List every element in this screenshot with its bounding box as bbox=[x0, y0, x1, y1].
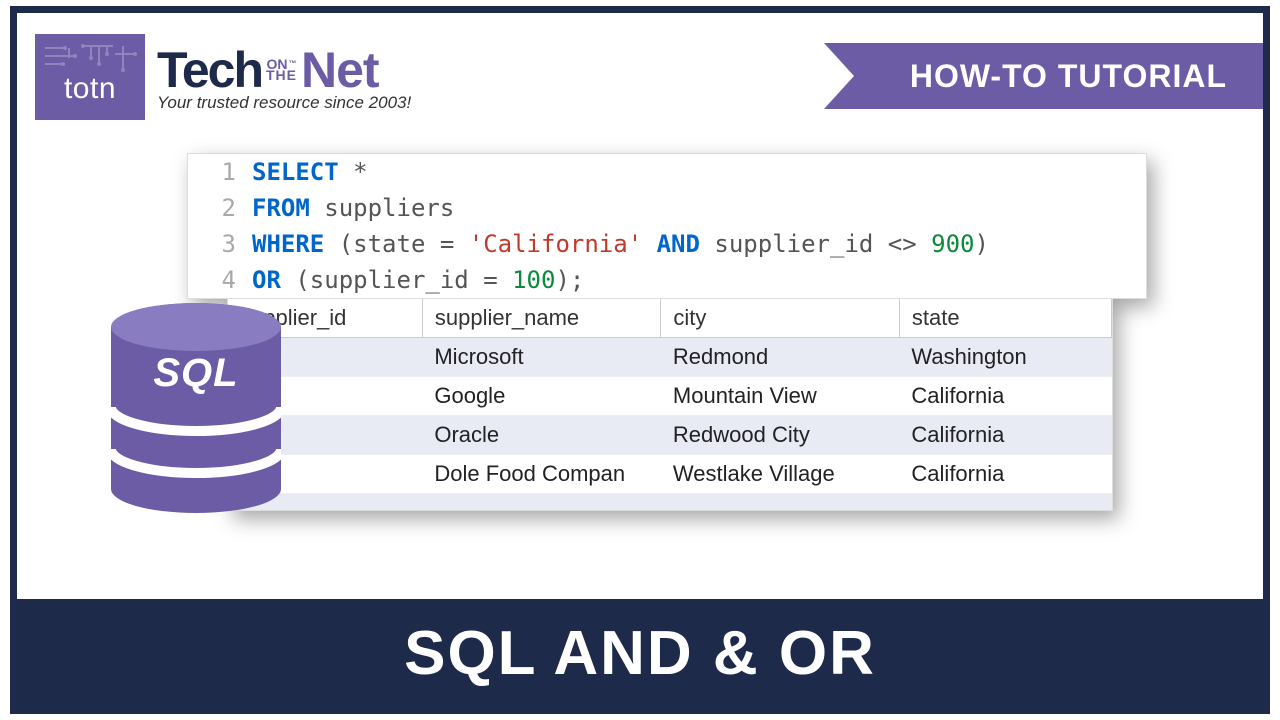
logo-the: THE bbox=[266, 70, 297, 81]
kw-select: SELECT bbox=[252, 158, 339, 186]
code-box: 1SELECT * 2FROM suppliers 3WHERE (state … bbox=[187, 153, 1147, 299]
results-table: supplier_id supplier_name city state 100… bbox=[227, 298, 1113, 511]
kw-where: WHERE bbox=[252, 230, 324, 258]
db-label: SQL bbox=[111, 351, 281, 396]
logo-short: totn bbox=[64, 72, 116, 106]
ribbon-text: HOW-TO TUTORIAL bbox=[910, 58, 1227, 95]
col-supplier-name: supplier_name bbox=[422, 299, 661, 338]
database-icon: SQL bbox=[111, 303, 281, 513]
footer-title: SQL AND & OR bbox=[404, 618, 876, 689]
logo-badge: totn bbox=[35, 34, 145, 120]
table-row: 700 Dole Food Compan Westlake Village Ca… bbox=[228, 455, 1112, 494]
kw-from: FROM bbox=[252, 194, 310, 222]
col-state: state bbox=[899, 299, 1111, 338]
col-city: city bbox=[661, 299, 900, 338]
str-california: 'California' bbox=[469, 230, 642, 258]
table-row: 200 Google Mountain View California bbox=[228, 377, 1112, 416]
ribbon-banner: HOW-TO TUTORIAL bbox=[854, 43, 1263, 109]
logo-tech: Tech bbox=[157, 41, 262, 99]
footer-bar: SQL AND & OR bbox=[17, 599, 1263, 707]
table-row: 300 Oracle Redwood City California bbox=[228, 416, 1112, 455]
kw-and: AND bbox=[657, 230, 700, 258]
circuit-icon bbox=[43, 42, 143, 76]
logo-net: Net bbox=[301, 41, 379, 99]
logo-wordmark: Tech ON™ THE Net Your trusted resource s… bbox=[157, 41, 411, 113]
num-100: 100 bbox=[512, 266, 555, 294]
table-row: 100 Microsoft Redmond Washington bbox=[228, 338, 1112, 377]
center-panel: 1SELECT * 2FROM suppliers 3WHERE (state … bbox=[187, 153, 1147, 511]
frame: totn Tech ON™ THE Net Your trusted resou… bbox=[10, 6, 1270, 714]
kw-or: OR bbox=[252, 266, 281, 294]
num-900: 900 bbox=[931, 230, 974, 258]
logo-tagline: Your trusted resource since 2003! bbox=[157, 93, 411, 113]
